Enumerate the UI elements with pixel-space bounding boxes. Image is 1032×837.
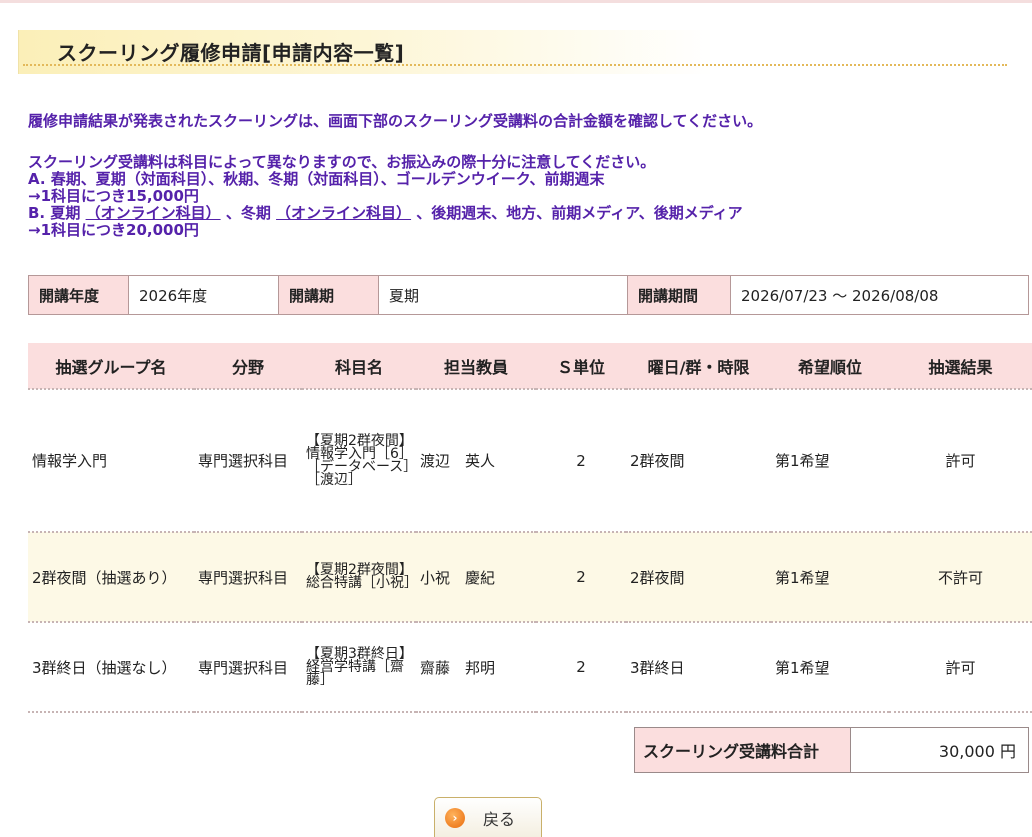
course-info-table: 開講年度 2026年度 開講期 夏期 開講期間 2026/07/23 ～ 202… <box>28 275 1029 315</box>
group-cell: 情報学入門 <box>28 389 194 533</box>
credits-cell: 2 <box>536 389 626 533</box>
rank-cell: 第1希望 <box>771 622 889 713</box>
rank-cell: 第1希望 <box>771 389 889 533</box>
fee-total-table: スクーリング受講料合計 30,000 円 <box>634 727 1029 773</box>
back-button-label: 戻る <box>483 809 516 829</box>
result-cell: 不許可 <box>889 532 1032 623</box>
col-header-result: 抽選結果 <box>889 343 1032 390</box>
line-b-prefix: B. 夏期 <box>28 204 86 222</box>
field-cell: 専門選択科目 <box>194 532 302 623</box>
term-value: 夏期 <box>378 275 628 315</box>
arrow-right-circle-icon: › <box>445 807 465 828</box>
table-row: 3群終日（抽選なし） 専門選択科目 【夏期3群終日】経営学特講［齋藤］ 齋藤 邦… <box>28 622 1032 713</box>
fee-notice-line-a: A. 春期、夏期（対面科目）、秋期、冬期（対面科目）、ゴールデンウイーク、前期週… <box>28 170 605 188</box>
period-value: 2026/07/23 ～ 2026/08/08 <box>730 275 1029 315</box>
summer-online-link[interactable]: （オンライン科目） <box>86 204 221 222</box>
credits-cell: 2 <box>536 532 626 623</box>
period-label: 開講期間 <box>627 275 731 315</box>
application-table: 抽選グループ名 分野 科目名 担当教員 Ｓ単位 曜日/群・時限 希望順位 抽選結… <box>28 343 1032 713</box>
fee-notice-intro: スクーリング受講料は科目によって異なりますので、お振込みの際十分に注意してくださ… <box>28 153 656 171</box>
table-row: 情報学入門 専門選択科目 【夏期2群夜間】情報学入門［6］［データベース］［渡辺… <box>28 389 1032 533</box>
fee-notice-price-b: →1科目につき20,000円 <box>28 221 199 239</box>
fee-total-label: スクーリング受講料合計 <box>634 727 851 773</box>
field-cell: 専門選択科目 <box>194 389 302 533</box>
year-label: 開講年度 <box>28 275 129 315</box>
table-row: 2群夜間（抽選あり） 専門選択科目 【夏期2群夜間】総合特講［小祝］ 小祝 慶紀… <box>28 532 1032 623</box>
line-b-suffix: 、後期週末、地方、前期メディア、後期メディア <box>411 204 743 222</box>
title-underline <box>23 64 1007 66</box>
col-header-rank: 希望順位 <box>771 343 889 390</box>
subject-cell: 【夏期2群夜間】総合特講［小祝］ <box>302 532 418 623</box>
col-header-group: 抽選グループ名 <box>28 343 194 390</box>
col-header-field: 分野 <box>194 343 302 390</box>
top-rule <box>0 0 1032 3</box>
fee-notice-price-a: →1科目につき15,000円 <box>28 187 199 205</box>
group-cell: 3群終日（抽選なし） <box>28 622 194 713</box>
teacher-cell: 小祝 慶紀 <box>416 532 536 623</box>
page-title-banner: スクーリング履修申請[申請内容一覧] <box>18 30 1011 74</box>
col-header-credits: Ｓ単位 <box>536 343 626 390</box>
result-notice: 履修申請結果が発表されたスクーリングは、画面下部のスクーリング受講料の合計金額を… <box>28 112 763 130</box>
schedule-cell: 2群夜間 <box>626 389 771 533</box>
table-header-row: 抽選グループ名 分野 科目名 担当教員 Ｓ単位 曜日/群・時限 希望順位 抽選結… <box>28 343 1032 390</box>
teacher-cell: 渡辺 英人 <box>416 389 536 533</box>
rank-cell: 第1希望 <box>771 532 889 623</box>
fee-total-value: 30,000 円 <box>850 727 1029 773</box>
fee-notice-line-b: B. 夏期 （オンライン科目） 、冬期 （オンライン科目） 、後期週末、地方、前… <box>28 205 743 222</box>
result-cell: 許可 <box>889 389 1032 533</box>
subject-cell: 【夏期3群終日】経営学特講［齋藤］ <box>302 622 416 713</box>
credits-cell: 2 <box>536 622 626 713</box>
winter-online-link[interactable]: （オンライン科目） <box>276 204 411 222</box>
page-title: スクーリング履修申請[申請内容一覧] <box>57 41 405 65</box>
col-header-schedule: 曜日/群・時限 <box>626 343 771 390</box>
field-cell: 専門選択科目 <box>194 622 302 713</box>
col-header-teacher: 担当教員 <box>416 343 536 390</box>
back-button[interactable]: › 戻る <box>434 797 542 837</box>
teacher-cell: 齋藤 邦明 <box>416 622 536 713</box>
term-label: 開講期 <box>278 275 379 315</box>
subject-cell: 【夏期2群夜間】情報学入門［6］［データベース］［渡辺］ <box>302 389 416 533</box>
year-value: 2026年度 <box>128 275 279 315</box>
schedule-cell: 2群夜間 <box>626 532 771 623</box>
fee-notice: スクーリング受講料は科目によって異なりますので、お振込みの際十分に注意してくださ… <box>28 154 743 239</box>
result-cell: 許可 <box>889 622 1032 713</box>
schedule-cell: 3群終日 <box>626 622 771 713</box>
group-cell: 2群夜間（抽選あり） <box>28 532 194 623</box>
line-b-mid: 、冬期 <box>220 204 277 222</box>
col-header-subject: 科目名 <box>302 343 416 390</box>
